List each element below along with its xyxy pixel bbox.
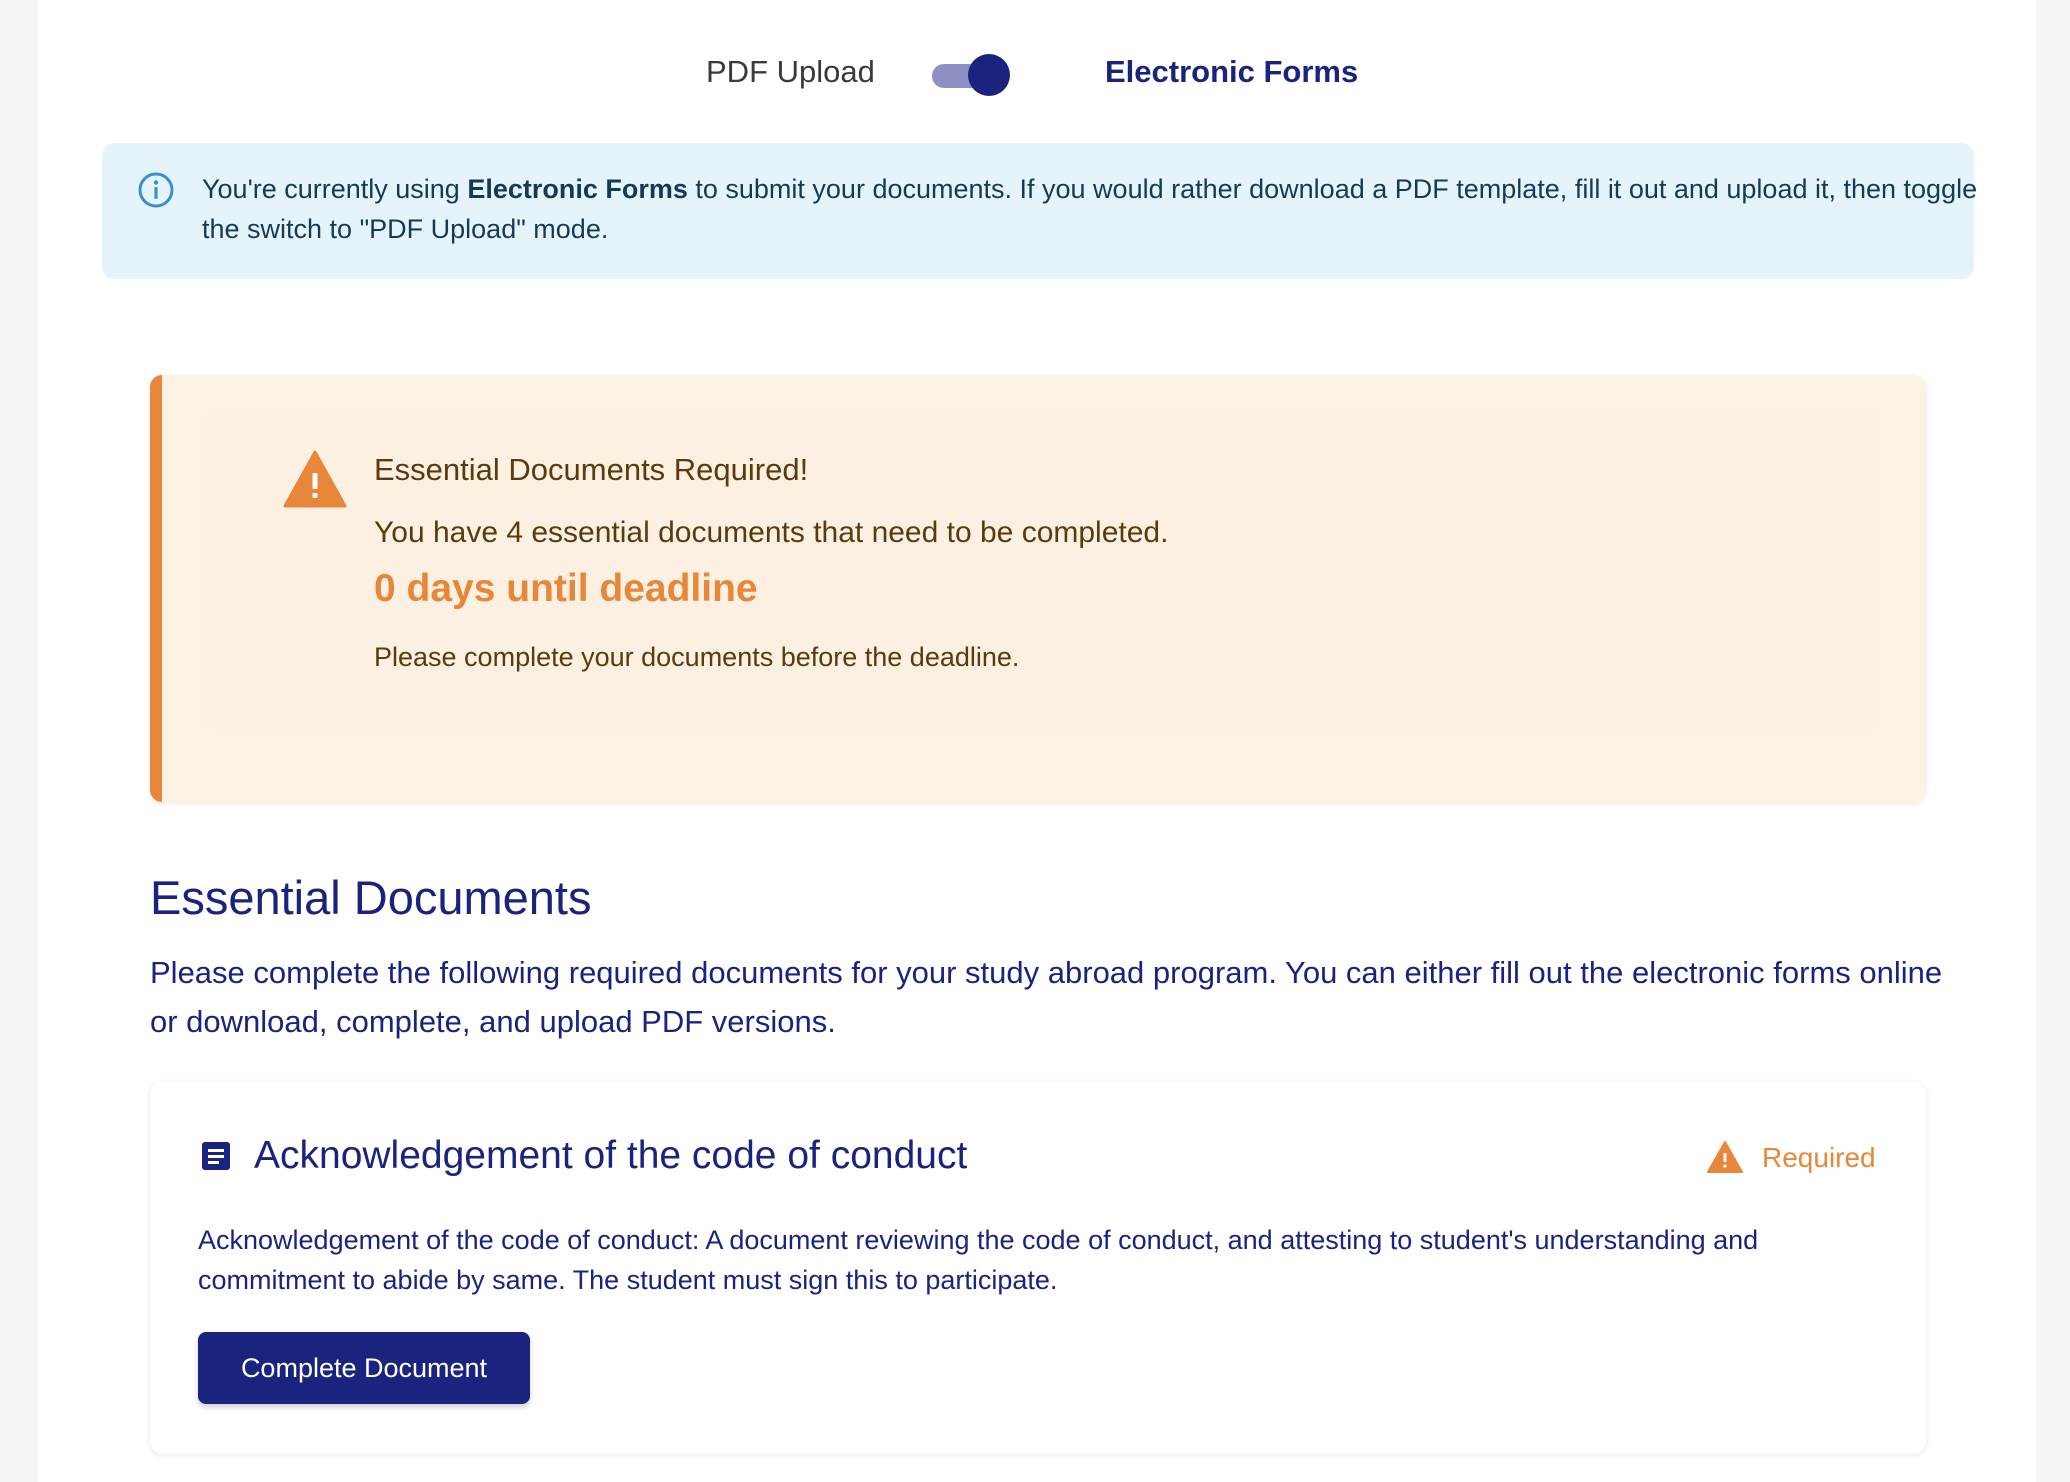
switch-thumb [968, 54, 1010, 96]
warning-icon [282, 449, 348, 509]
pdf-upload-label[interactable]: PDF Upload [706, 54, 875, 90]
warning-icon [1706, 1140, 1744, 1174]
deadline-warning-card: Essential Documents Required! You have 4… [150, 375, 1926, 802]
section-description: Please complete the following required d… [150, 955, 1943, 1039]
warning-description: You have 4 essential documents that need… [374, 516, 1169, 549]
complete-document-button[interactable]: Complete Document [198, 1332, 530, 1404]
info-message: You're currently using Electronic Forms … [202, 169, 1982, 249]
section-title: Essential Documents [150, 871, 592, 924]
mode-switch[interactable] [932, 54, 1010, 96]
info-icon [137, 171, 175, 209]
info-text-bold: Electronic Forms [467, 174, 688, 204]
page-content: PDF Upload Electronic Forms You're curre… [38, 0, 2036, 1482]
status-badge: Required [1706, 1138, 1878, 1178]
document-card: Acknowledgement of the code of conduct R… [150, 1082, 1926, 1454]
deadline-countdown: 0 days until deadline [374, 567, 758, 610]
mode-toggle: PDF Upload Electronic Forms [38, 40, 2036, 106]
electronic-forms-label[interactable]: Electronic Forms [1105, 54, 1358, 90]
warning-note: Please complete your documents before th… [374, 642, 1020, 672]
info-text-before: You're currently using [202, 174, 468, 204]
info-banner: You're currently using Electronic Forms … [102, 143, 1977, 279]
document-title: Acknowledgement of the code of conduct [254, 1134, 968, 1177]
status-label: Required [1762, 1142, 1876, 1173]
warning-title: Essential Documents Required! [374, 452, 809, 487]
document-description: Acknowledgement of the code of conduct: … [198, 1225, 1759, 1295]
warning-accent-bar [150, 375, 162, 802]
document-icon [200, 1140, 232, 1172]
